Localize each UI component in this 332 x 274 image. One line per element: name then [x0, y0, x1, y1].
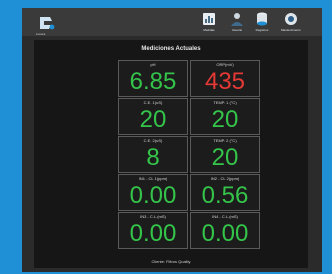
- reading-temp2: TEMP. 2 (°C) 20: [190, 136, 260, 173]
- reading-value: 6.85: [129, 68, 177, 95]
- reading-in1: IN1 - CL 1(ppm) 0.00: [118, 174, 188, 211]
- reading-value: 20: [211, 144, 239, 171]
- top-bar: Lunera Medidas Usuario Registros Manteni…: [22, 8, 322, 36]
- database-icon: [257, 12, 267, 26]
- reading-value: 0.56: [201, 182, 249, 209]
- reading-value: 20: [139, 106, 167, 133]
- settings-icon: [284, 13, 297, 25]
- user-icon: [231, 13, 243, 26]
- reading-temp1: TEMP. 1 (°C) 20: [190, 98, 260, 135]
- reading-value: 8: [146, 144, 160, 171]
- logo-label: Lunera: [36, 32, 46, 36]
- reading-ce2: C.E. 2(uS) 8: [118, 136, 188, 173]
- reading-value: 0.00: [129, 182, 177, 209]
- reading-ce1: C.E. 1(uS) 20: [118, 98, 188, 135]
- section-title: Mediciones Actuales: [141, 46, 201, 52]
- reading-value: 435: [204, 68, 246, 95]
- nav-item-registros[interactable]: Registros: [254, 11, 270, 32]
- app-window: Lunera Medidas Usuario Registros Manteni…: [22, 8, 322, 272]
- reading-in4: IN4 - C.L.(mS) 0.00: [190, 212, 260, 249]
- reading-in3: IN3 - C.L.(mS) 0.00: [118, 212, 188, 249]
- nav-item-mantenimiento[interactable]: Mantenimiento: [281, 11, 301, 32]
- reading-value: 20: [211, 106, 239, 133]
- reading-value: 0.00: [201, 220, 249, 247]
- reading-orp: ORP(mV) 435: [190, 60, 260, 97]
- client-footer: Cliente: Filtros Quality: [151, 259, 191, 264]
- reading-value: 0.00: [129, 220, 177, 247]
- logo-icon[interactable]: [36, 15, 56, 33]
- nav-item-usuario[interactable]: Usuario: [229, 11, 245, 32]
- nav-item-medidas[interactable]: Medidas: [201, 11, 217, 32]
- dashboard-icon: [203, 13, 215, 25]
- measurements-panel: Mediciones Actuales pH 6.85 ORP(mV) 435 …: [34, 40, 308, 268]
- reading-in2: IN2 - CL 2(ppm) 0.56: [190, 174, 260, 211]
- reading-ph: pH 6.85: [118, 60, 188, 97]
